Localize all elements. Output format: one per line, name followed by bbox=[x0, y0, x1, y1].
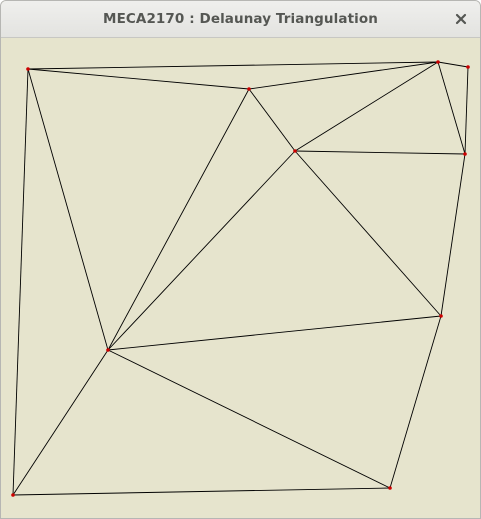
triangle-edge-15 bbox=[389, 315, 442, 489]
triangle-edge-11 bbox=[107, 150, 296, 351]
triangle-edge-19 bbox=[12, 68, 29, 496]
title-bar[interactable]: MECA2170 : Delaunay Triangulation bbox=[1, 1, 480, 38]
window-title: MECA2170 : Delaunay Triangulation bbox=[103, 11, 378, 27]
vertex-point-8 bbox=[388, 486, 392, 490]
drawing-canvas[interactable] bbox=[1, 38, 480, 518]
triangle-edge-7 bbox=[294, 150, 466, 155]
triangle-edge-6 bbox=[294, 61, 439, 152]
close-icon bbox=[455, 13, 467, 25]
edges-layer bbox=[12, 61, 469, 496]
triangle-edge-10 bbox=[107, 88, 250, 351]
triangle-edge-16 bbox=[107, 349, 391, 489]
triangle-edge-18 bbox=[12, 487, 391, 496]
triangle-edge-1 bbox=[27, 61, 439, 70]
triangle-edge-12 bbox=[294, 150, 442, 317]
triangle-edge-4 bbox=[464, 66, 469, 155]
triangle-edge-5 bbox=[437, 61, 466, 155]
triangle-edge-13 bbox=[440, 153, 466, 317]
triangle-edge-17 bbox=[12, 349, 109, 496]
vertex-point-4 bbox=[293, 149, 297, 153]
vertex-point-3 bbox=[466, 65, 470, 69]
vertices-layer bbox=[11, 60, 470, 497]
triangle-edge-3 bbox=[437, 61, 469, 68]
vertex-point-1 bbox=[247, 87, 251, 91]
triangle-edge-14 bbox=[107, 315, 442, 351]
app-window: MECA2170 : Delaunay Triangulation bbox=[0, 0, 481, 519]
vertex-point-0 bbox=[26, 67, 30, 71]
close-button[interactable] bbox=[450, 8, 472, 30]
vertex-point-7 bbox=[106, 348, 110, 352]
triangle-edge-8 bbox=[248, 88, 296, 152]
vertex-point-6 bbox=[439, 314, 443, 318]
triangle-edge-2 bbox=[248, 61, 439, 90]
triangle-edge-0 bbox=[27, 68, 250, 90]
vertex-point-9 bbox=[11, 493, 15, 497]
triangulation-plot bbox=[11, 60, 470, 497]
vertex-point-5 bbox=[463, 152, 467, 156]
triangle-edge-9 bbox=[27, 68, 109, 351]
vertex-point-2 bbox=[436, 60, 440, 64]
